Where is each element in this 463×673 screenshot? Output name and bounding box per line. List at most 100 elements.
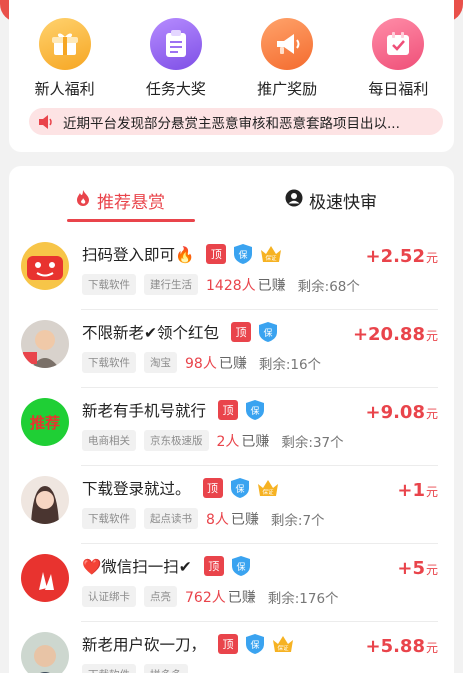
category-row: 新人福利 任务大奖 推广奖励 每日福利 [9, 18, 454, 98]
task-title-row: 扫码登入即可🔥 顶保 保证 [82, 243, 282, 265]
tab-underline [67, 219, 195, 222]
reward-unit: 元 [425, 329, 438, 343]
task-item[interactable]: 扫码登入即可🔥 顶保 保证 下载软件 建行生活 1428人 已赚 剩余:68个 +2.52元 [9, 232, 454, 310]
task-tag: 下载软件 [82, 274, 136, 295]
category-new-user-benefits[interactable]: 新人福利 [9, 18, 120, 98]
reward-amount: +9.08 [365, 402, 425, 423]
reward-amount: +5.88 [365, 636, 425, 657]
task-tag: 建行生活 [144, 274, 198, 295]
task-tag: 下载软件 [82, 664, 136, 673]
top-badge: 顶 [231, 322, 251, 342]
task-reward: +2.52元 [365, 246, 438, 267]
task-tag: 下载软件 [82, 352, 136, 373]
reward-amount: +1 [397, 480, 425, 501]
task-avatar [21, 554, 69, 602]
task-title-row: ❤️微信扫一扫✔ 顶保 [82, 555, 252, 577]
task-item[interactable]: ❤️微信扫一扫✔ 顶保认证绑卡 点亮 762人 已赚 剩余:176个 +5元 [9, 544, 454, 622]
notice-text: 近期平台发现部分悬赏主恶意审核和恶意套路项目出以... [63, 115, 400, 132]
category-daily-benefits[interactable]: 每日福利 [343, 18, 454, 98]
top-badge: 顶 [202, 478, 223, 498]
task-title-row: 下载登录就过。顶保 保证 [82, 477, 279, 499]
task-meta: 下载软件拼多多 [82, 664, 210, 673]
task-reward: +5.88元 [365, 636, 438, 657]
task-reward: +5元 [397, 558, 438, 579]
task-item[interactable]: 新老用户砍一刀， 顶保 保证下载软件拼多多 +5.88元 [9, 622, 454, 673]
top-badge: 顶 [218, 634, 239, 654]
task-title: 新老用户砍一刀， [82, 636, 207, 654]
task-reward: +9.08元 [365, 402, 438, 423]
notice-bar[interactable]: 近期平台发现部分悬赏主恶意审核和恶意套路项目出以... [29, 108, 443, 135]
task-reward: +1元 [397, 480, 438, 501]
category-label: 任务大奖 [145, 80, 206, 98]
task-avatar [21, 476, 69, 524]
earned-count: 762人 [185, 589, 226, 606]
earned-count: 2人 [216, 433, 240, 450]
gift-icon [38, 18, 91, 70]
calendar-check-icon [372, 18, 425, 70]
task-tag: 点亮 [144, 586, 177, 607]
shield-icon: 保 [244, 399, 266, 421]
top-badge: 顶 [206, 244, 227, 264]
task-avatar [21, 242, 69, 290]
earned-label: 已赚 [227, 589, 256, 606]
task-item[interactable]: 下载登录就过。顶保 保证 下载软件 起点读书 8人 已赚 剩余:7个 +1元 [9, 466, 454, 544]
svg-text:保: 保 [235, 483, 244, 495]
tab-fast-review[interactable]: 极速快审 [285, 188, 377, 222]
category-promotion-rewards[interactable]: 推广奖励 [232, 18, 343, 98]
crown-icon: 保证 [272, 634, 294, 654]
svg-text:保: 保 [236, 561, 245, 573]
svg-text:保: 保 [251, 405, 260, 417]
task-meta: 下载软件 淘宝 98人 已赚 剩余:16个 [82, 352, 321, 373]
svg-text:保证: 保证 [278, 644, 290, 652]
task-avatar: 推荐 [21, 398, 69, 446]
earned-label: 已赚 [218, 355, 247, 372]
task-list-card: 推荐悬赏 极速快审 扫码登入即可🔥 顶保保证 下载软件 建行生活 1428人 已赚 剩余:6… [9, 166, 454, 673]
reward-unit: 元 [425, 251, 438, 265]
tab-recommended[interactable]: 推荐悬赏 [67, 188, 195, 222]
tab-label: 极速快审 [309, 193, 377, 213]
svg-text:保证: 保证 [262, 488, 274, 496]
tab-label: 推荐悬赏 [97, 193, 165, 213]
task-reward: +20.88元 [353, 324, 438, 345]
earned-label: 已赚 [230, 511, 259, 528]
reward-unit: 元 [425, 407, 438, 421]
shield-icon: 保 [244, 633, 266, 655]
task-tag: 电商相关 [82, 430, 136, 451]
svg-text:保: 保 [263, 327, 272, 339]
svg-text:保证: 保证 [266, 254, 278, 262]
task-item[interactable]: 不限新老✔领个红包顶保下载软件 淘宝 98人 已赚 剩余:16个 +20.88元 [9, 310, 454, 388]
svg-text:保: 保 [239, 249, 248, 261]
category-label: 新人福利 [34, 80, 95, 98]
task-avatar [21, 320, 69, 368]
task-meta: 下载软件 建行生活 1428人 已赚 剩余:68个 [82, 274, 360, 295]
top-badge: 顶 [203, 556, 224, 576]
task-meta: 认证绑卡 点亮 762人 已赚 剩余:176个 [82, 586, 339, 607]
crown-icon: 保证 [257, 478, 279, 498]
reward-amount: +20.88 [352, 324, 425, 345]
remaining-count: 剩余:7个 [270, 512, 325, 529]
earned-count: 1428人 [206, 277, 256, 294]
speaker-icon [29, 114, 63, 130]
task-item[interactable]: 推荐 新老有手机号就行顶保电商相关 京东极速版 2人 已赚 剩余:37个 +9.08元 [9, 388, 454, 466]
task-tag: 拼多多 [144, 664, 188, 673]
earned-count: 8人 [206, 511, 229, 528]
task-title: ❤️微信扫一扫✔ [82, 558, 192, 576]
reward-amount: +2.52 [365, 246, 425, 267]
user-circle-icon [285, 188, 303, 212]
earned-count: 98人 [185, 355, 217, 372]
category-task-rewards[interactable]: 任务大奖 [120, 18, 231, 98]
shield-icon: 保 [232, 243, 254, 265]
remaining-count: 剩余:37个 [281, 434, 344, 451]
remaining-count: 剩余:176个 [267, 590, 339, 607]
task-meta: 下载软件 起点读书 8人 已赚 剩余:7个 [82, 508, 325, 529]
task-meta: 电商相关 京东极速版 2人 已赚 剩余:37个 [82, 430, 344, 451]
task-title-row: 不限新老✔领个红包顶保 [82, 321, 279, 343]
crown-icon: 保证 [260, 244, 282, 264]
shield-icon: 保 [257, 321, 279, 343]
shield-icon: 保 [229, 477, 251, 499]
task-title-row: 新老用户砍一刀， 顶保 保证 [82, 633, 294, 655]
task-tag: 认证绑卡 [82, 586, 136, 607]
reward-amount: +5 [397, 558, 425, 579]
task-tag: 起点读书 [144, 508, 198, 529]
reward-unit: 元 [425, 485, 438, 499]
